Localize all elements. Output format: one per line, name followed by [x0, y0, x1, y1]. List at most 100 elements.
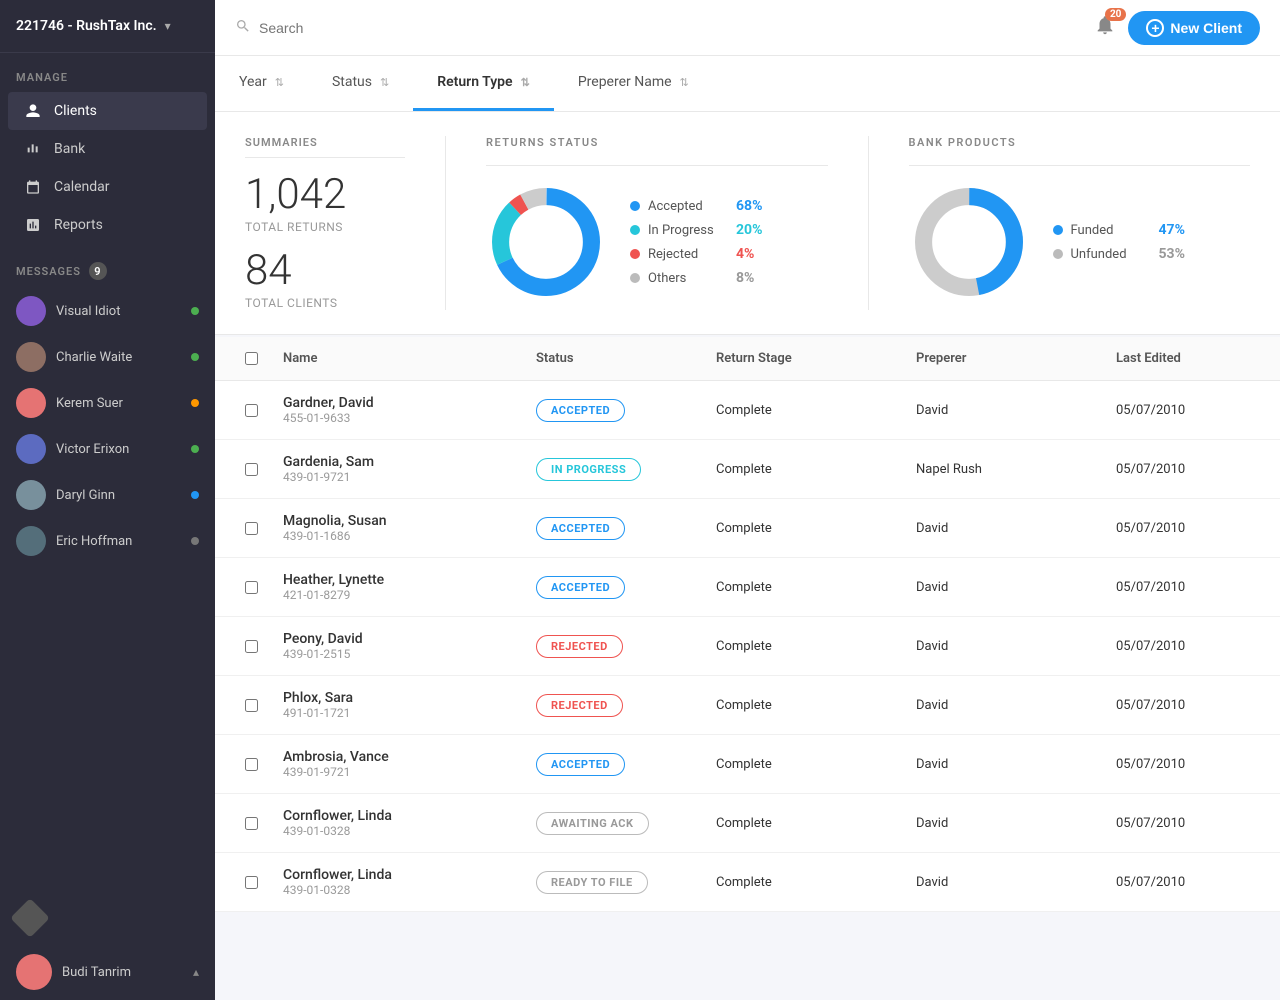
table-row[interactable]: Cornflower, Linda 439-01-0328 AWAITING A… — [215, 794, 1280, 853]
table-row[interactable]: Gardner, David 455-01-9633 ACCEPTED Comp… — [215, 381, 1280, 440]
table-row[interactable]: Gardenia, Sam 439-01-9721 IN PROGRESS Co… — [215, 440, 1280, 499]
topbar-right: 20 + New Client — [1094, 11, 1260, 45]
message-name: Eric Hoffman — [56, 534, 181, 549]
td-stage: Complete — [704, 507, 904, 550]
avatar — [16, 434, 46, 464]
td-status: ACCEPTED — [524, 503, 704, 554]
td-stage: Complete — [704, 389, 904, 432]
search-input[interactable] — [259, 20, 1078, 36]
bank-legend: Funded 47% Unfunded 53% — [1053, 222, 1185, 262]
td-last-edited: 05/07/2010 — [1104, 625, 1264, 668]
sidebar-brand[interactable]: 221746 - RushTax Inc. ▾ — [0, 0, 215, 53]
select-all-checkbox[interactable] — [245, 352, 258, 365]
td-status: READY TO FILE — [524, 857, 704, 908]
td-preperer: David — [904, 684, 1104, 727]
td-preperer: David — [904, 389, 1104, 432]
legend-accepted: Accepted 68% — [630, 198, 762, 214]
returns-status-block: RETURNS STATUS — [486, 136, 828, 302]
message-item[interactable]: Kerem Suer — [0, 380, 215, 426]
message-item[interactable]: Charlie Waite — [0, 334, 215, 380]
td-name: Cornflower, Linda 439-01-0328 — [271, 794, 524, 852]
th-select-all[interactable] — [231, 337, 271, 380]
sidebar-item-reports[interactable]: Reports — [8, 206, 207, 244]
user-profile[interactable]: Budi Tanrim ▴ — [0, 944, 215, 1000]
avatar — [16, 296, 46, 326]
logo-diamond-icon — [10, 898, 50, 938]
td-status: REJECTED — [524, 621, 704, 672]
sidebar-item-label: Calendar — [54, 179, 110, 195]
chevron-down-icon: ⇅ — [521, 76, 530, 89]
topbar: 20 + New Client — [215, 0, 1280, 56]
message-item[interactable]: Visual Idiot — [0, 288, 215, 334]
th-status: Status — [524, 337, 704, 380]
td-last-edited: 05/07/2010 — [1104, 684, 1264, 727]
row-checkbox[interactable] — [231, 508, 271, 549]
status-dot — [191, 307, 199, 315]
message-item[interactable]: Daryl Ginn — [0, 472, 215, 518]
chevron-down-icon: ⇅ — [275, 76, 284, 89]
row-checkbox[interactable] — [231, 803, 271, 844]
message-item[interactable]: Victor Erixon — [0, 426, 215, 472]
sidebar-item-clients[interactable]: Clients — [8, 92, 207, 130]
sidebar-item-label: Clients — [54, 103, 97, 119]
total-returns-label: TOTAL RETURNS — [245, 220, 405, 234]
tab-preperer-name[interactable]: Preperer Name ⇅ — [554, 56, 713, 111]
row-checkbox[interactable] — [231, 862, 271, 903]
reports-icon — [24, 216, 42, 234]
td-status: REJECTED — [524, 680, 704, 731]
table-header: Name Status Return Stage Preperer Last E… — [215, 337, 1280, 381]
tab-year[interactable]: Year ⇅ — [215, 56, 308, 111]
status-badge: AWAITING ACK — [536, 812, 649, 835]
new-client-button[interactable]: + New Client — [1128, 11, 1260, 45]
chevron-down-icon: ⇅ — [380, 76, 389, 89]
table-row[interactable]: Peony, David 439-01-2515 REJECTED Comple… — [215, 617, 1280, 676]
row-checkbox[interactable] — [231, 685, 271, 726]
chevron-down-icon: ⇅ — [680, 76, 689, 89]
status-dot — [191, 353, 199, 361]
table-row[interactable]: Phlox, Sara 491-01-1721 REJECTED Complet… — [215, 676, 1280, 735]
row-checkbox[interactable] — [231, 626, 271, 667]
clients-icon — [24, 102, 42, 120]
sidebar-item-label: Bank — [54, 141, 85, 157]
legend-dot — [1053, 249, 1063, 259]
bank-donut-chart — [909, 182, 1029, 302]
row-checkbox[interactable] — [231, 567, 271, 608]
table-row[interactable]: Ambrosia, Vance 439-01-9721 ACCEPTED Com… — [215, 735, 1280, 794]
sidebar-item-calendar[interactable]: Calendar — [8, 168, 207, 206]
tab-return-type[interactable]: Return Type ⇅ — [413, 56, 554, 111]
td-status: AWAITING ACK — [524, 798, 704, 849]
td-stage: Complete — [704, 566, 904, 609]
legend-dot — [630, 249, 640, 259]
legend-dot — [630, 273, 640, 283]
returns-legend: Accepted 68% In Progress 20% Rejected 4% — [630, 198, 762, 286]
summaries-block: SUMMARIES 1,042 TOTAL RETURNS 84 TOTAL C… — [245, 136, 405, 310]
message-name: Charlie Waite — [56, 350, 181, 365]
returns-status-title: RETURNS STATUS — [486, 136, 828, 149]
message-name: Daryl Ginn — [56, 488, 181, 503]
table-row[interactable]: Heather, Lynette 421-01-8279 ACCEPTED Co… — [215, 558, 1280, 617]
table-row[interactable]: Magnolia, Susan 439-01-1686 ACCEPTED Com… — [215, 499, 1280, 558]
td-preperer: David — [904, 743, 1104, 786]
td-status: ACCEPTED — [524, 739, 704, 790]
sidebar-item-bank[interactable]: Bank — [8, 130, 207, 168]
chevron-down-icon: ▾ — [165, 19, 171, 33]
manage-label: MANAGE — [0, 53, 215, 92]
legend-others: Others 8% — [630, 270, 762, 286]
td-status: IN PROGRESS — [524, 444, 704, 495]
message-item[interactable]: Eric Hoffman — [0, 518, 215, 564]
tab-status[interactable]: Status ⇅ — [308, 56, 413, 111]
td-last-edited: 05/07/2010 — [1104, 448, 1264, 491]
bank-products-block: BANK PRODUCTS Funded — [909, 136, 1251, 302]
row-checkbox[interactable] — [231, 744, 271, 785]
td-last-edited: 05/07/2010 — [1104, 743, 1264, 786]
row-checkbox[interactable] — [231, 449, 271, 490]
notifications-button[interactable]: 20 — [1094, 14, 1116, 41]
table-row[interactable]: Cornflower, Linda 439-01-0328 READY TO F… — [215, 853, 1280, 912]
avatar — [16, 342, 46, 372]
total-returns-number: 1,042 — [245, 174, 405, 216]
td-last-edited: 05/07/2010 — [1104, 802, 1264, 845]
legend-rejected: Rejected 4% — [630, 246, 762, 262]
td-preperer: Napel Rush — [904, 448, 1104, 491]
row-checkbox[interactable] — [231, 390, 271, 431]
td-name: Magnolia, Susan 439-01-1686 — [271, 499, 524, 557]
